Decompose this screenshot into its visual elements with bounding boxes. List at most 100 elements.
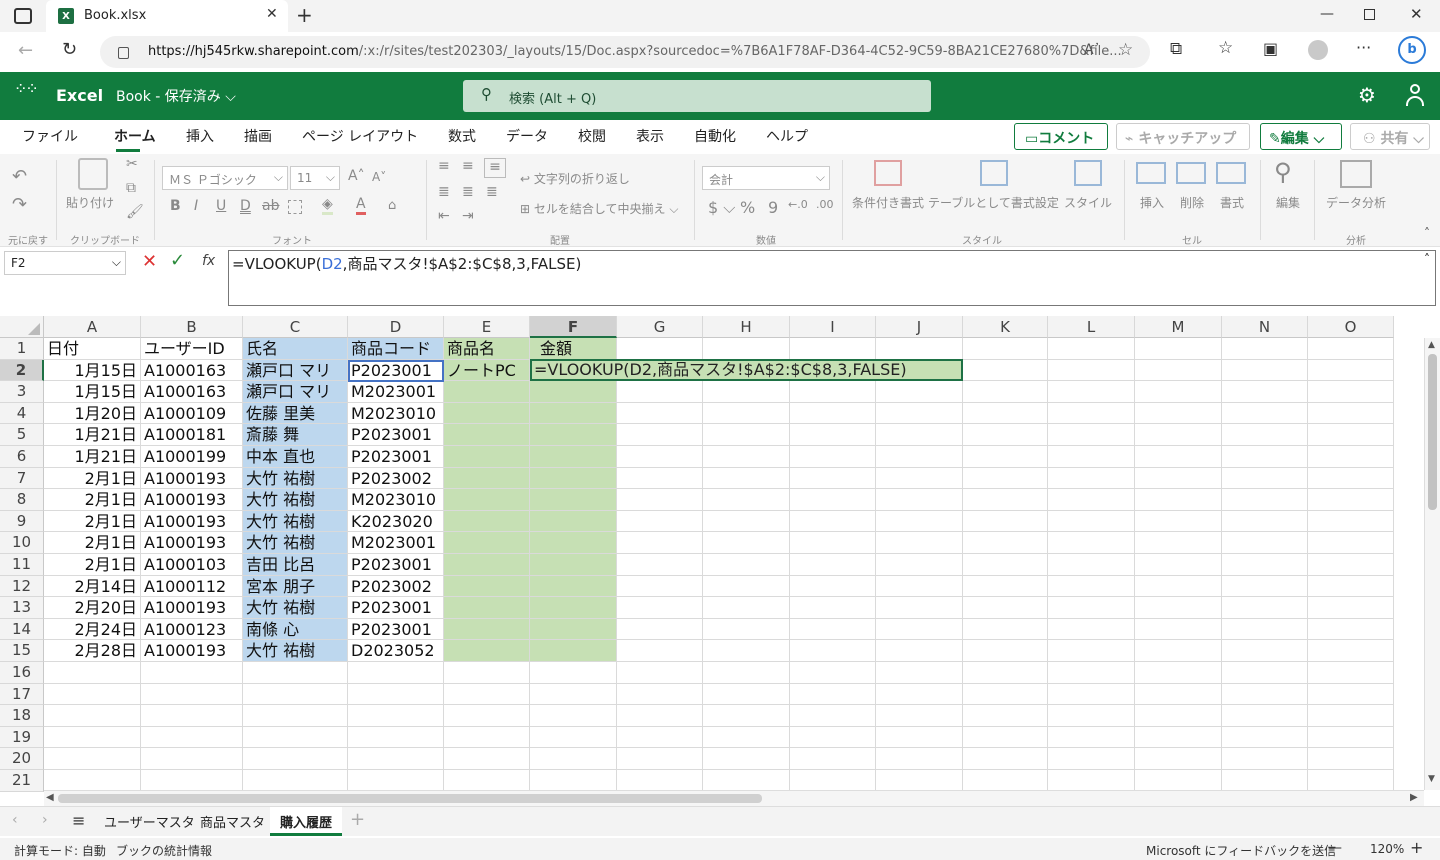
cell-A8[interactable]: 2月1日 [44,489,141,511]
cell-O10[interactable] [1308,532,1394,554]
cell-H18[interactable] [703,705,790,727]
cell-H16[interactable] [703,662,790,684]
cell-A6[interactable]: 1月21日 [44,446,141,468]
cell-N18[interactable] [1222,705,1308,727]
cell-E7[interactable] [444,467,530,490]
cell-I3[interactable] [790,381,876,403]
cell-N5[interactable] [1222,424,1308,446]
delete-cells-label[interactable]: 削除 [1180,194,1204,211]
cell-L21[interactable] [1048,770,1135,792]
cell-N13[interactable] [1222,597,1308,619]
cell-H14[interactable] [703,618,790,641]
row-header-7[interactable]: 7 [0,467,44,490]
confirm-formula-icon[interactable]: ✓ [170,250,185,271]
cell-A14[interactable]: 2月24日 [44,618,141,641]
cell-H3[interactable] [703,381,790,403]
cell-M11[interactable] [1135,554,1222,576]
cell-M3[interactable] [1135,381,1222,403]
cell-I10[interactable] [790,532,876,554]
horizontal-scrollbar[interactable]: ◀ ▶ [44,790,1424,806]
cell-E10[interactable] [444,532,530,554]
cell-K8[interactable] [963,489,1048,511]
cell-G1[interactable] [617,338,703,360]
cell-B13[interactable]: A1000193 [141,597,243,619]
cell-O16[interactable] [1308,662,1394,684]
row-header-9[interactable]: 9 [0,510,44,533]
select-all-corner[interactable] [0,316,44,338]
column-header-N[interactable]: N [1222,316,1308,338]
cell-L4[interactable] [1048,402,1135,425]
tab-page-layout[interactable]: ページ レイアウト [302,126,418,146]
cell-B4[interactable]: A1000109 [141,402,243,425]
back-icon[interactable]: ← [18,40,33,61]
cell-N17[interactable] [1222,683,1308,706]
font-size-select[interactable]: 11 ⌵ [290,166,340,190]
cell-F19[interactable] [530,726,617,749]
cell-I19[interactable] [790,726,876,749]
row-header-8[interactable]: 8 [0,489,44,511]
cell-N15[interactable] [1222,640,1308,662]
row-header-19[interactable]: 19 [0,726,44,749]
cell-O14[interactable] [1308,618,1394,641]
cell-G11[interactable] [617,554,703,576]
cell-F9[interactable] [530,510,617,533]
cell-E15[interactable] [444,640,530,662]
cell-F13[interactable] [530,597,617,619]
cell-L15[interactable] [1048,640,1135,662]
cell-I14[interactable] [790,618,876,641]
cell-M4[interactable] [1135,402,1222,425]
cell-F10[interactable] [530,532,617,554]
cell-L17[interactable] [1048,683,1135,706]
horizontal-scroll-thumb[interactable] [58,794,762,803]
cell-F12[interactable] [530,575,617,598]
cell-K3[interactable] [963,381,1048,403]
cell-G8[interactable] [617,489,703,511]
cell-A21[interactable] [44,770,141,792]
cell-I12[interactable] [790,575,876,598]
sheet-tab-purchases[interactable]: 購入履歴 [270,807,342,836]
cell-K12[interactable] [963,575,1048,598]
cell-D18[interactable] [348,705,444,727]
cell-D20[interactable] [348,748,444,770]
cell-F7[interactable] [530,467,617,490]
cell-O11[interactable] [1308,554,1394,576]
cell-N7[interactable] [1222,467,1308,490]
cell-G7[interactable] [617,467,703,490]
cell-G13[interactable] [617,597,703,619]
cell-I9[interactable] [790,510,876,533]
cell-N6[interactable] [1222,446,1308,468]
cell-B7[interactable]: A1000193 [141,467,243,490]
copy-icon[interactable]: ⧉ [126,180,136,196]
cell-D11[interactable]: P2023001 [348,554,444,576]
browser-tab[interactable]: X Book.xlsx ✕ [46,0,288,32]
cell-K17[interactable] [963,683,1048,706]
cell-F16[interactable] [530,662,617,684]
editing-label[interactable]: 編集 [1276,194,1300,211]
cell-I11[interactable] [790,554,876,576]
cell-I15[interactable] [790,640,876,662]
bold-icon[interactable]: B [170,198,181,214]
column-header-E[interactable]: E [444,316,530,338]
cell-E16[interactable] [444,662,530,684]
data-analysis-label[interactable]: データ分析 [1326,194,1386,211]
cell-D7[interactable]: P2023002 [348,467,444,490]
row-header-2[interactable]: 2 [0,359,44,382]
cell-J21[interactable] [876,770,963,792]
cell-H8[interactable] [703,489,790,511]
row-header-1[interactable]: 1 [0,338,44,360]
cell-I13[interactable] [790,597,876,619]
cell-C14[interactable]: 南條 心 [243,618,348,641]
minimize-icon[interactable]: — [1320,6,1334,22]
shrink-font-icon[interactable]: A˅ [372,170,386,184]
cell-D4[interactable]: M2023010 [348,402,444,425]
cell-A2[interactable]: 1月15日 [44,359,141,382]
conditional-format-label[interactable]: 条件付き書式 [852,194,924,211]
cell-G18[interactable] [617,705,703,727]
cell-E20[interactable] [444,748,530,770]
cell-C5[interactable]: 斎藤 舞 [243,424,348,446]
row-header-14[interactable]: 14 [0,618,44,641]
cell-G4[interactable] [617,402,703,425]
cell-H11[interactable] [703,554,790,576]
cell-styles-icon[interactable] [1074,160,1102,186]
cell-C8[interactable]: 大竹 祐樹 [243,489,348,511]
